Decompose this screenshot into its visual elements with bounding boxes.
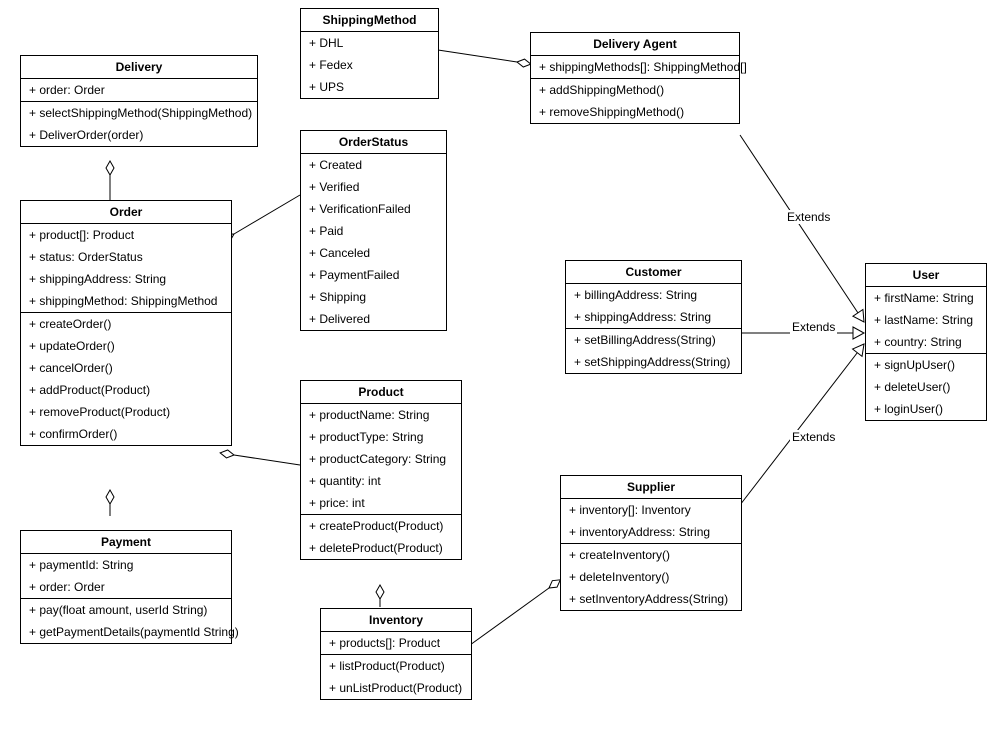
class-order: Order + product[]: Product + status: Ord… [20,200,232,446]
uml-diagram-canvas: Extends Extends Extends ShippingMethod +… [0,0,1001,736]
method: + setBillingAddress(String) [566,329,741,351]
edge-label-extends-customer: Extends [790,320,837,334]
attr: + DHL [301,32,438,54]
attr: + billingAddress: String [566,284,741,306]
attr: + Verified [301,176,446,198]
method: + pay(float amount, userId String) [21,599,231,621]
class-inventory: Inventory + products[]: Product + listPr… [320,608,472,700]
attr: + shippingAddress: String [21,268,231,290]
method: + deleteUser() [866,376,986,398]
attr: + paymentId: String [21,554,231,576]
attr: + inventoryAddress: String [561,521,741,543]
class-customer: Customer + billingAddress: String + ship… [565,260,742,374]
method: + signUpUser() [866,354,986,376]
method: + updateOrder() [21,335,231,357]
attr: + Created [301,154,446,176]
method: + selectShippingMethod(ShippingMethod) [21,102,257,124]
method: + removeShippingMethod() [531,101,739,123]
method: + listProduct(Product) [321,655,471,677]
method: + getPaymentDetails(paymentId String) [21,621,231,643]
attr: + PaymentFailed [301,264,446,286]
class-title: Payment [21,531,231,554]
attr: + quantity: int [301,470,461,492]
class-payment: Payment + paymentId: String + order: Ord… [20,530,232,644]
method: + loginUser() [866,398,986,420]
class-delivery-agent: Delivery Agent + shippingMethods[]: Ship… [530,32,740,124]
method: + setShippingAddress(String) [566,351,741,373]
class-title: Delivery Agent [531,33,739,56]
method: + confirmOrder() [21,423,231,445]
method: + unListProduct(Product) [321,677,471,699]
class-title: OrderStatus [301,131,446,154]
attr: + productType: String [301,426,461,448]
attr: + products[]: Product [321,632,471,654]
attr: + Fedex [301,54,438,76]
method: + addProduct(Product) [21,379,231,401]
attr: + VerificationFailed [301,198,446,220]
attr: + Delivered [301,308,446,330]
attr: + order: Order [21,79,257,101]
class-delivery: Delivery + order: Order + selectShipping… [20,55,258,147]
attr: + productCategory: String [301,448,461,470]
attr: + lastName: String [866,309,986,331]
class-title: Inventory [321,609,471,632]
method: + createInventory() [561,544,741,566]
attr: + shippingAddress: String [566,306,741,328]
attr: + firstName: String [866,287,986,309]
method: + setInventoryAddress(String) [561,588,741,610]
class-title: Order [21,201,231,224]
class-title: Supplier [561,476,741,499]
class-order-status: OrderStatus + Created + Verified + Verif… [300,130,447,331]
method: + cancelOrder() [21,357,231,379]
class-supplier: Supplier + inventory[]: Inventory + inve… [560,475,742,611]
method: + createProduct(Product) [301,515,461,537]
attr: + shippingMethod: ShippingMethod [21,290,231,312]
attr: + status: OrderStatus [21,246,231,268]
method: + createOrder() [21,313,231,335]
class-product: Product + productName: String + productT… [300,380,462,560]
attr: + order: Order [21,576,231,598]
attr: + UPS [301,76,438,98]
method: + addShippingMethod() [531,79,739,101]
attr: + shippingMethods[]: ShippingMethod[] [531,56,739,78]
method: + removeProduct(Product) [21,401,231,423]
attr: + country: String [866,331,986,353]
edge-label-extends-supplier: Extends [790,430,837,444]
class-title: Product [301,381,461,404]
method: + DeliverOrder(order) [21,124,257,146]
class-title: Delivery [21,56,257,79]
attr: + product[]: Product [21,224,231,246]
attr: + price: int [301,492,461,514]
class-title: Customer [566,261,741,284]
attr: + Canceled [301,242,446,264]
attr: + productName: String [301,404,461,426]
class-user: User + firstName: String + lastName: Str… [865,263,987,421]
attr: + Shipping [301,286,446,308]
attr: + inventory[]: Inventory [561,499,741,521]
class-shipping-method: ShippingMethod + DHL + Fedex + UPS [300,8,439,99]
class-title: User [866,264,986,287]
class-title: ShippingMethod [301,9,438,32]
method: + deleteInventory() [561,566,741,588]
method: + deleteProduct(Product) [301,537,461,559]
attr: + Paid [301,220,446,242]
edge-label-extends-agent: Extends [785,210,832,224]
